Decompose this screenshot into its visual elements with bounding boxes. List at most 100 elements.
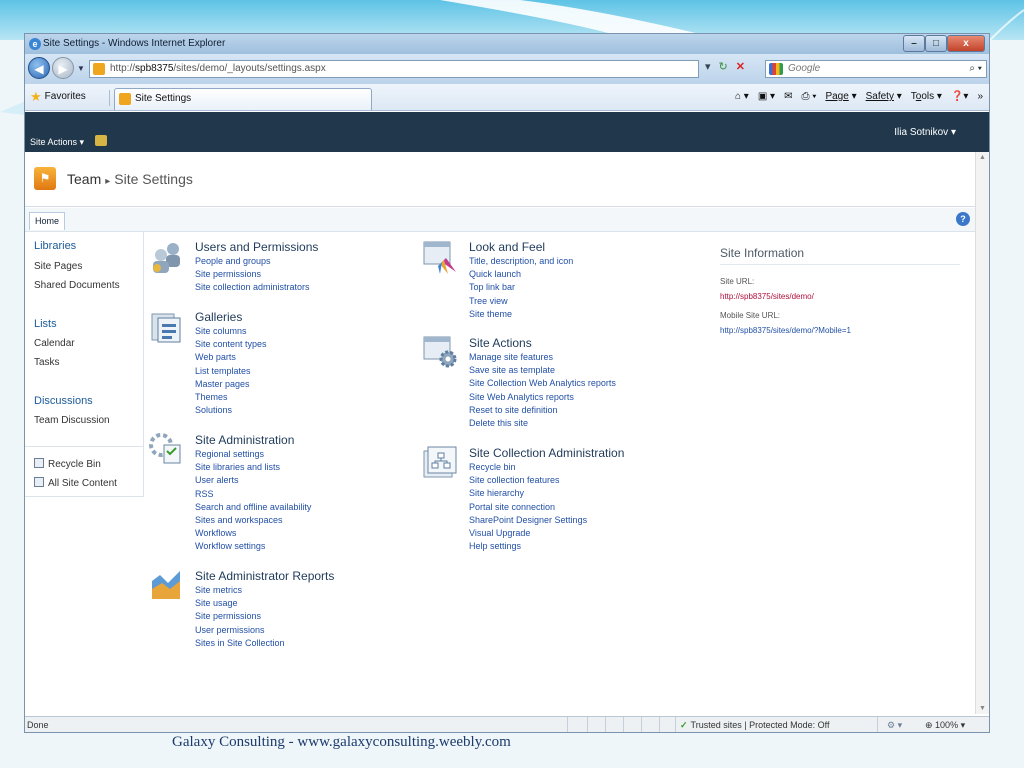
link-site-usage[interactable]: Site usage (195, 597, 334, 610)
site-logo-icon[interactable]: ⚑ (34, 167, 56, 190)
link-quick-launch[interactable]: Quick launch (469, 268, 573, 281)
zoom-control[interactable]: ⊕ 100% ▾ (925, 717, 965, 732)
nav-item-tasks[interactable]: Tasks (34, 357, 60, 368)
stop-icon[interactable]: ✕ (736, 60, 745, 73)
feeds-icon[interactable]: ▣ ▾ (758, 91, 775, 102)
browser-tab[interactable]: Site Settings (114, 88, 372, 110)
link-regional-settings[interactable]: Regional settings (195, 448, 311, 461)
scroll-down-icon[interactable]: ▼ (979, 705, 986, 712)
link-site-columns[interactable]: Site columns (195, 325, 267, 338)
address-dropdown-icon[interactable]: ▾ (705, 60, 711, 73)
page-menu[interactable]: Page ▾ (825, 91, 856, 102)
nav-heading-discussions[interactable]: Discussions (34, 395, 93, 407)
link-collection-features[interactable]: Site collection features (469, 474, 624, 487)
history-dropdown-icon[interactable]: ▼ (77, 64, 85, 73)
nav-heading-libraries[interactable]: Libraries (34, 240, 76, 252)
link-designer-settings[interactable]: SharePoint Designer Settings (469, 514, 624, 527)
link-save-as-template[interactable]: Save site as template (469, 364, 616, 377)
link-workflow-settings[interactable]: Workflow settings (195, 540, 311, 553)
safety-menu[interactable]: Safety ▾ (866, 91, 902, 102)
link-site-permissions[interactable]: Site permissions (195, 268, 318, 281)
link-collection-analytics[interactable]: Site Collection Web Analytics reports (469, 377, 616, 390)
google-logo-icon (769, 63, 783, 75)
link-master-pages[interactable]: Master pages (195, 378, 267, 391)
minimize-button[interactable]: – (903, 35, 925, 52)
link-people-groups[interactable]: People and groups (195, 255, 318, 268)
site-actions-menu[interactable]: Site Actions ▾ (30, 137, 84, 148)
link-themes[interactable]: Themes (195, 391, 267, 404)
look-and-feel-icon (423, 241, 456, 274)
nav-item-shared-documents[interactable]: Shared Documents (34, 280, 120, 291)
recycle-bin-icon (34, 458, 44, 468)
security-zone[interactable]: ✓ Trusted sites | Protected Mode: Off (680, 717, 829, 732)
section-site-actions: Site Actions Manage site features Save s… (469, 336, 616, 430)
refresh-icon[interactable]: ↻ (719, 60, 728, 73)
nav-item-calendar[interactable]: Calendar (34, 338, 75, 349)
link-site-hierarchy[interactable]: Site hierarchy (469, 487, 624, 500)
link-web-parts[interactable]: Web parts (195, 351, 267, 364)
home-icon[interactable]: ⌂ ▾ (735, 91, 749, 102)
tools-menu[interactable]: Tools ▾ (911, 91, 942, 102)
vertical-scrollbar[interactable]: ▲ ▼ (975, 152, 989, 714)
site-actions-gear-icon (423, 336, 457, 368)
nav-item-all-site-content[interactable]: All Site Content (34, 477, 117, 489)
link-sites-workspaces[interactable]: Sites and workspaces (195, 514, 311, 527)
link-manage-site-features[interactable]: Manage site features (469, 351, 616, 364)
link-top-link-bar[interactable]: Top link bar (469, 281, 573, 294)
section-site-collection-admin: Site Collection Administration Recycle b… (469, 446, 624, 553)
breadcrumb-site-link[interactable]: Team (67, 171, 101, 187)
link-workflows[interactable]: Workflows (195, 527, 311, 540)
help-menu-icon[interactable]: ❓▾ (951, 91, 968, 102)
link-list-templates[interactable]: List templates (195, 365, 267, 378)
link-user-permissions[interactable]: User permissions (195, 624, 334, 637)
divider (25, 446, 144, 447)
link-visual-upgrade[interactable]: Visual Upgrade (469, 527, 624, 540)
link-rss[interactable]: RSS (195, 488, 311, 501)
maximize-button[interactable]: □ (925, 35, 947, 52)
favorites-button[interactable]: ★ Favorites (30, 90, 86, 103)
navigate-up-icon[interactable] (95, 135, 107, 146)
link-user-alerts[interactable]: User alerts (195, 474, 311, 487)
link-tree-view[interactable]: Tree view (469, 295, 573, 308)
mail-icon[interactable]: ✉ (784, 91, 792, 102)
url-input[interactable]: http://spb8375/sites/demo/_layouts/setti… (89, 60, 699, 78)
link-site-theme[interactable]: Site theme (469, 308, 573, 321)
link-site-libraries-lists[interactable]: Site libraries and lists (195, 461, 311, 474)
link-site-analytics[interactable]: Site Web Analytics reports (469, 391, 616, 404)
nav-item-team-discussion[interactable]: Team Discussion (34, 415, 110, 426)
tab-home[interactable]: Home (29, 212, 66, 230)
close-button[interactable]: x (947, 35, 985, 52)
link-portal-connection[interactable]: Portal site connection (469, 501, 624, 514)
page-title-area: ⚑ Team ▸ Site Settings (25, 152, 976, 207)
link-recycle-bin[interactable]: Recycle bin (469, 461, 624, 474)
mobile-url-link[interactable]: http://spb8375/sites/demo/?Mobile=1 (720, 326, 960, 335)
back-button[interactable]: ◀ (28, 57, 50, 79)
divider (877, 717, 878, 732)
link-title-description-icon[interactable]: Title, description, and icon (469, 255, 573, 268)
print-icon[interactable]: ⎙ ▾ (801, 91, 816, 102)
link-site-content-types[interactable]: Site content types (195, 338, 267, 351)
link-reset-site-definition[interactable]: Reset to site definition (469, 404, 616, 417)
nav-item-site-pages[interactable]: Site Pages (34, 261, 82, 272)
forward-button[interactable]: ▶ (52, 57, 74, 79)
scroll-up-icon[interactable]: ▲ (979, 154, 986, 161)
link-sites-in-collection[interactable]: Sites in Site Collection (195, 637, 334, 650)
user-menu[interactable]: Ilia Sotnikov ▾ (894, 127, 956, 138)
divider (659, 717, 660, 732)
search-input[interactable]: Google ⌕ ▾ (765, 60, 987, 78)
link-report-site-permissions[interactable]: Site permissions (195, 610, 334, 623)
link-site-metrics[interactable]: Site metrics (195, 584, 334, 597)
nav-item-recycle-bin[interactable]: Recycle Bin (34, 458, 101, 470)
link-search-offline[interactable]: Search and offline availability (195, 501, 311, 514)
link-site-collection-admins[interactable]: Site collection administrators (195, 281, 318, 294)
link-solutions[interactable]: Solutions (195, 404, 267, 417)
tab-favicon-icon (119, 93, 131, 105)
more-commands-icon[interactable]: » (977, 91, 983, 102)
help-icon[interactable]: ? (956, 212, 970, 226)
link-delete-site[interactable]: Delete this site (469, 417, 616, 430)
site-url-link[interactable]: http://spb8375/sites/demo/ (720, 292, 960, 301)
link-help-settings[interactable]: Help settings (469, 540, 624, 553)
search-icon[interactable]: ⌕ ▾ (969, 61, 982, 77)
protected-mode-icon[interactable]: ⚙ ▾ (887, 717, 902, 732)
nav-heading-lists[interactable]: Lists (34, 318, 57, 330)
